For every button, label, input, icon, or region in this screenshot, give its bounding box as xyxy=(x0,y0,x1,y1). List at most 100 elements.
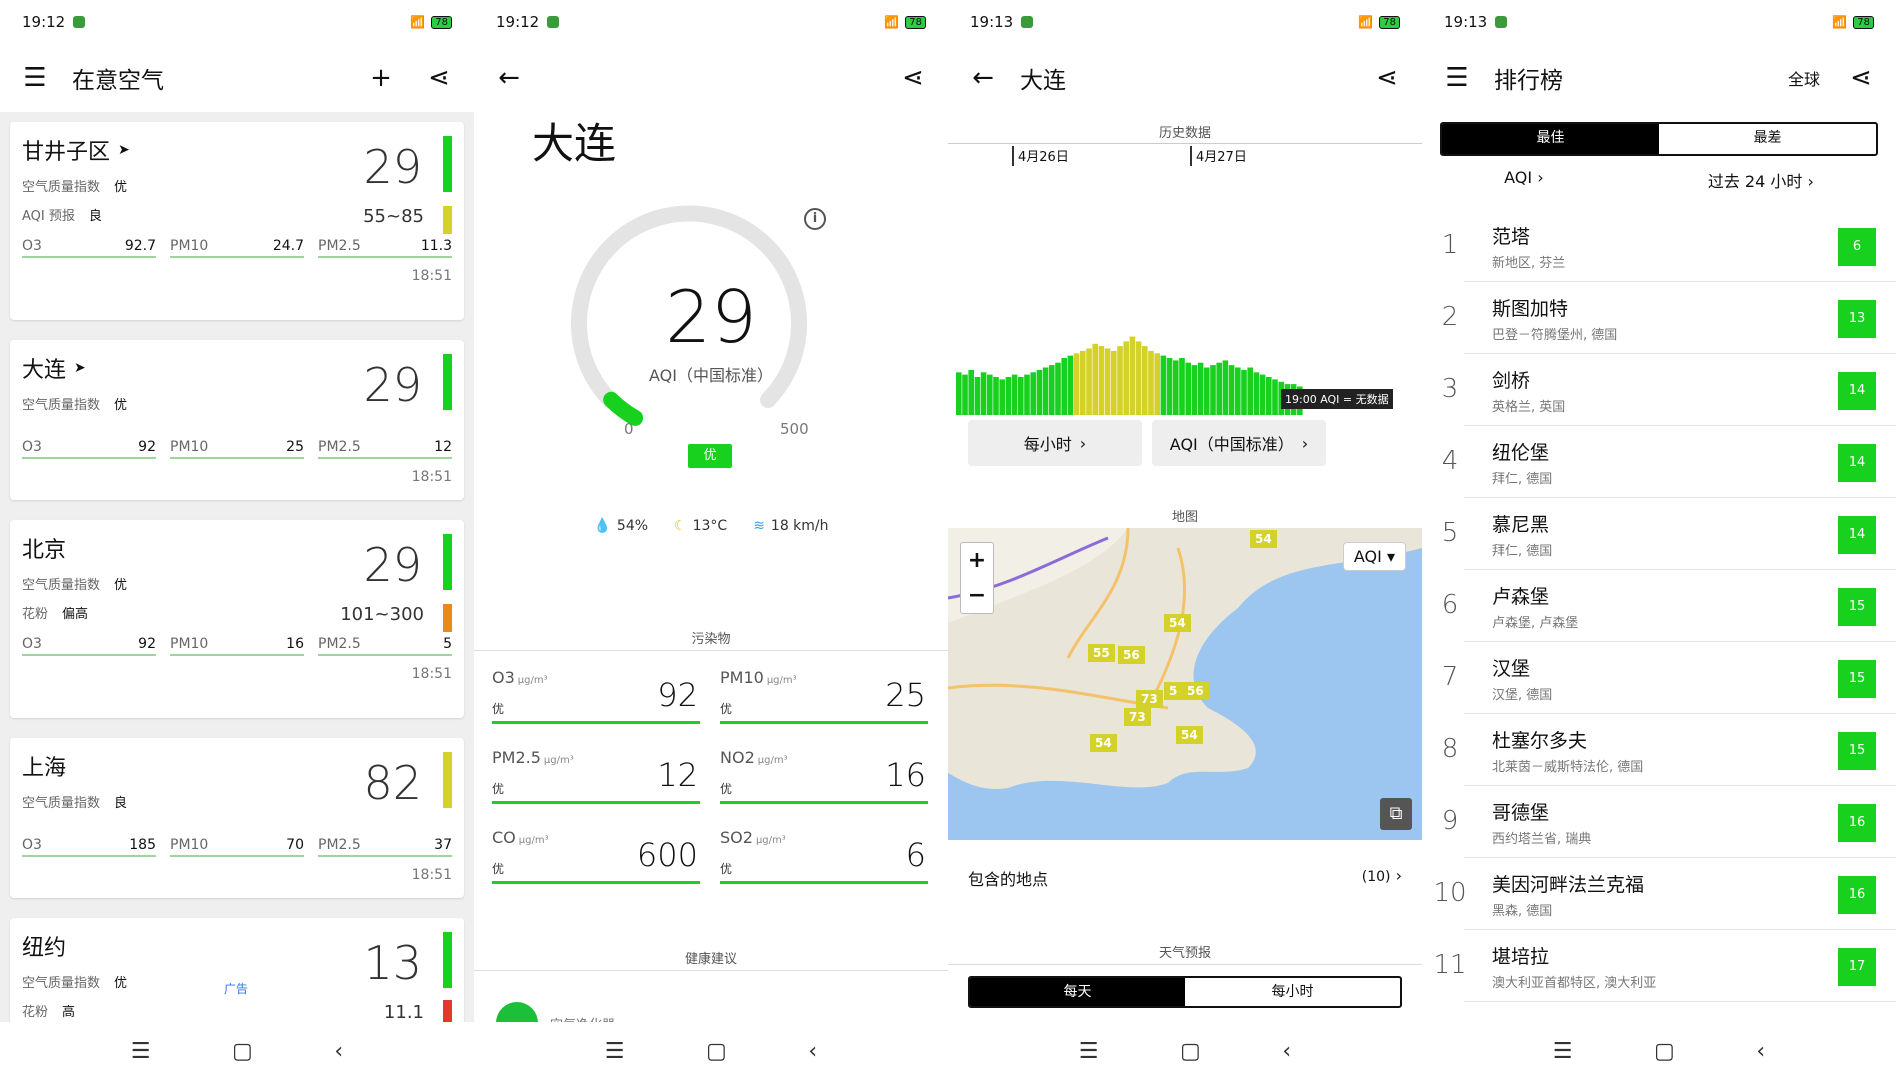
ranking-row[interactable]: 7 汉堡 汉堡, 德国 15 xyxy=(1442,642,1896,714)
pollutant-cell[interactable]: PM10 μg/m³ 优 25 xyxy=(720,668,928,724)
history-bar[interactable] xyxy=(1036,369,1043,415)
history-bar[interactable] xyxy=(1142,346,1148,415)
city-card[interactable]: 大连 ➤ 29 空气质量指数优 O3 92 PM10 25 PM2.5 12 18:51 xyxy=(10,340,464,500)
map-marker[interactable]: 5 xyxy=(1164,682,1183,700)
map-marker[interactable]: 54 xyxy=(1090,734,1117,752)
history-bar[interactable] xyxy=(962,374,968,415)
nav-back-icon[interactable]: ‹ xyxy=(1282,1039,1291,1064)
ranking-row[interactable]: 3 剑桥 英格兰, 英国 14 xyxy=(1442,354,1896,426)
history-bar[interactable] xyxy=(1204,367,1210,416)
history-bar[interactable] xyxy=(1259,374,1266,415)
history-bar[interactable] xyxy=(1055,362,1061,415)
ranking-row[interactable]: 10 美因河畔法兰克福 黑森, 德国 16 xyxy=(1433,858,1896,930)
nav-menu-icon[interactable]: ☰ xyxy=(131,1039,151,1064)
included-places-row[interactable]: 包含的地点 (10) › xyxy=(968,866,1402,890)
ranking-row[interactable]: 9 哥德堡 西约塔兰省, 瑞典 16 xyxy=(1442,786,1896,858)
share-icon[interactable]: ⋖ xyxy=(896,61,930,95)
history-bar[interactable] xyxy=(1154,353,1160,415)
map-marker[interactable]: 56 xyxy=(1118,646,1145,664)
history-bar[interactable] xyxy=(1080,350,1086,415)
map-metric-select[interactable]: AQI ▾ xyxy=(1342,542,1406,571)
tab-hourly[interactable]: 每小时 xyxy=(1185,978,1400,1006)
nav-back-icon[interactable]: ‹ xyxy=(334,1039,343,1064)
share-icon[interactable]: ⋖ xyxy=(1844,61,1878,95)
history-bar[interactable] xyxy=(1129,336,1136,415)
history-bar[interactable] xyxy=(1191,365,1198,415)
history-bar[interactable] xyxy=(1266,377,1272,415)
map-marker[interactable]: 55 xyxy=(1088,644,1115,662)
history-bar[interactable] xyxy=(1222,360,1229,415)
pollutant-cell[interactable]: O3 μg/m³ 优 92 xyxy=(492,668,700,724)
history-bar[interactable] xyxy=(1049,365,1055,415)
ad-label[interactable]: 广告 xyxy=(224,980,248,997)
nav-back-icon[interactable]: ‹ xyxy=(808,1039,817,1064)
map-marker[interactable]: 73 xyxy=(1136,690,1163,708)
menu-icon[interactable]: ☰ xyxy=(18,61,52,95)
nav-menu-icon[interactable]: ☰ xyxy=(1553,1039,1573,1064)
history-bar[interactable] xyxy=(1272,379,1278,415)
history-bar[interactable] xyxy=(1098,346,1105,415)
pollutant-cell[interactable]: CO μg/m³ 优 600 xyxy=(492,828,700,884)
ranking-row[interactable]: 2 斯图加特 巴登－符腾堡州, 德国 13 xyxy=(1442,282,1896,354)
ranking-row[interactable]: 8 杜塞尔多夫 北莱茵－威斯特法伦, 德国 15 xyxy=(1442,714,1896,786)
map-marker[interactable]: 54 xyxy=(1176,726,1203,744)
ranking-row[interactable]: 1 范塔 新地区, 芬兰 6 xyxy=(1442,210,1896,282)
history-bar[interactable] xyxy=(1030,372,1036,415)
metric-filter[interactable]: AQI › xyxy=(1504,168,1543,192)
history-bar[interactable] xyxy=(1148,350,1154,415)
nav-back-icon[interactable]: ‹ xyxy=(1756,1039,1765,1064)
map-marker[interactable]: 73 xyxy=(1124,708,1151,726)
tab-daily[interactable]: 每天 xyxy=(970,978,1185,1006)
history-bar[interactable] xyxy=(1235,367,1241,416)
tab-best[interactable]: 最佳 xyxy=(1442,124,1659,154)
history-bar[interactable] xyxy=(1061,358,1067,415)
history-bar[interactable] xyxy=(1160,355,1167,415)
tab-worst[interactable]: 最差 xyxy=(1659,124,1876,154)
plus-icon[interactable]: + xyxy=(364,61,398,95)
history-bar[interactable] xyxy=(993,377,999,415)
history-bar[interactable] xyxy=(1086,348,1092,416)
history-bar[interactable] xyxy=(1042,367,1049,416)
period-filter[interactable]: 过去 24 小时 › xyxy=(1708,168,1814,192)
history-bar[interactable] xyxy=(1117,346,1123,415)
share-icon[interactable]: ⋖ xyxy=(1370,61,1404,95)
city-card[interactable]: 纽约 13 广告 空气质量指数优 花粉高 11.1 xyxy=(10,918,464,1038)
history-bar[interactable] xyxy=(1197,362,1204,415)
share-icon[interactable]: ⋖ xyxy=(422,61,456,95)
layers-icon[interactable]: ⧉ xyxy=(1380,798,1412,830)
hourly-button[interactable]: 每小时 › xyxy=(968,420,1142,466)
history-bar[interactable] xyxy=(1024,374,1030,415)
history-bar[interactable] xyxy=(1241,369,1247,415)
zoom-controls[interactable]: + − xyxy=(960,542,994,614)
history-bar[interactable] xyxy=(1210,365,1216,415)
history-bar[interactable] xyxy=(1253,372,1260,415)
ranking-row[interactable]: 6 卢森堡 卢森堡, 卢森堡 15 xyxy=(1442,570,1896,642)
ranking-row[interactable]: 5 慕尼黑 拜仁, 德国 14 xyxy=(1442,498,1896,570)
pollutant-cell[interactable]: PM2.5 μg/m³ 优 12 xyxy=(492,748,700,804)
back-arrow-icon[interactable]: ← xyxy=(492,61,526,95)
history-bar[interactable] xyxy=(1185,362,1191,415)
history-bar[interactable] xyxy=(1092,343,1098,415)
city-card[interactable]: 甘井子区 ➤ 29 空气质量指数优 AQI 预报良 55~85 O3 92.7 PM… xyxy=(10,122,464,320)
history-bar[interactable] xyxy=(1228,365,1235,415)
history-bar[interactable] xyxy=(968,369,974,415)
ranking-row[interactable]: 4 纽伦堡 拜仁, 德国 14 xyxy=(1442,426,1896,498)
nav-menu-icon[interactable]: ☰ xyxy=(605,1039,625,1064)
pollutant-cell[interactable]: SO2 μg/m³ 优 6 xyxy=(720,828,928,884)
history-bar[interactable] xyxy=(1216,362,1222,415)
history-bar[interactable] xyxy=(980,372,987,415)
back-arrow-icon[interactable]: ← xyxy=(966,61,1000,95)
nav-menu-icon[interactable]: ☰ xyxy=(1079,1039,1099,1064)
history-bar[interactable] xyxy=(1018,377,1024,415)
ranking-row[interactable]: 11 堪培拉 澳大利亚首都特区, 澳大利亚 17 xyxy=(1433,930,1896,1002)
map-marker[interactable]: 54 xyxy=(1250,530,1277,548)
history-bar[interactable] xyxy=(987,374,993,415)
map-marker[interactable]: 54 xyxy=(1164,614,1191,632)
map-marker[interactable]: 56 xyxy=(1182,682,1209,700)
scope-button[interactable]: 全球 xyxy=(1788,66,1820,90)
history-bar[interactable] xyxy=(1011,374,1018,415)
city-card[interactable]: 北京 29 空气质量指数优 花粉 偏高 101~300 O3 92 PM10 16 P… xyxy=(10,520,464,718)
history-bar[interactable] xyxy=(1135,341,1142,415)
history-bar[interactable] xyxy=(956,372,962,415)
nav-home-icon[interactable]: ▢ xyxy=(706,1039,727,1064)
